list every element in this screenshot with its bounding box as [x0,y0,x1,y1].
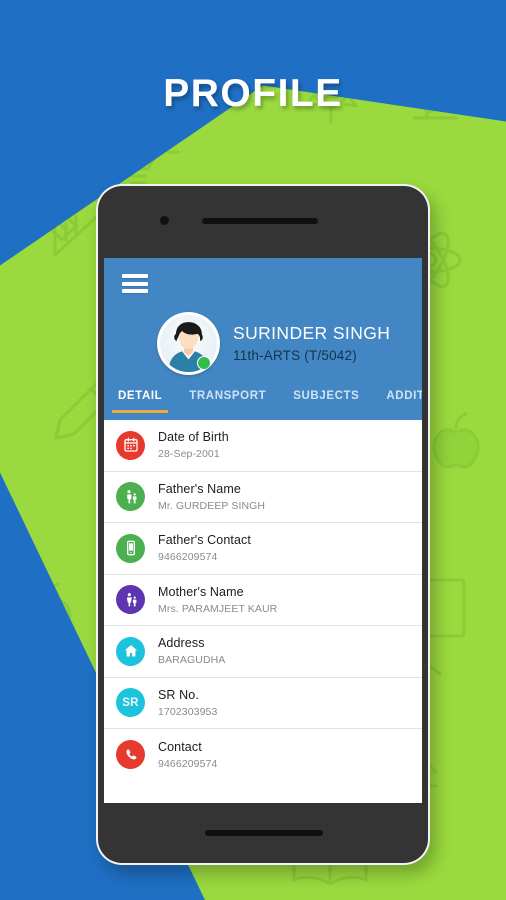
list-item-label: Address [158,636,205,651]
earpiece-speaker [202,218,318,224]
tab-subjects[interactable]: SUBJECTS [293,390,359,413]
list-item[interactable]: Father's Name Mr. GURDEEP SINGH [104,471,422,523]
hamburger-bar [122,281,148,286]
mother-icon [116,585,145,615]
profile-class-info: 11th-ARTS (T/5042) [233,348,357,364]
hamburger-menu-icon[interactable] [122,274,148,293]
phone-mockup: SURINDER SINGH 11th-ARTS (T/5042) DETAIL… [96,184,430,865]
phone-handset-icon [116,740,145,770]
app-screen: SURINDER SINGH 11th-ARTS (T/5042) DETAIL… [104,258,422,803]
list-item-value: 9466209574 [158,551,218,564]
tab-bar: DETAIL TRANSPORT SUBJECTS ADDITIONAL [104,382,422,420]
list-item-value: BARAGUDHA [158,654,226,667]
list-item-value: 9466209574 [158,757,218,770]
father-icon [116,482,145,512]
profile-text-block: SURINDER SINGH 11th-ARTS (T/5042) [233,322,391,364]
list-item[interactable]: SR SR No. 1702303953 [104,677,422,729]
sr-initials: SR [122,696,139,709]
list-item-label: Father's Name [158,481,241,496]
list-item-label: Contact [158,739,202,754]
list-item-text: Mother's Name Mrs. PARAMJEET KAUR [158,585,277,615]
poster-stage: PROFILE SURINDER SINGH 11th-ARTS (T/5042… [0,0,506,900]
tab-transport[interactable]: TRANSPORT [189,390,266,413]
list-item-value: 1702303953 [158,705,218,718]
front-camera-icon [160,216,169,225]
tab-additional[interactable]: ADDITIONAL [386,390,422,413]
list-item[interactable]: Mother's Name Mrs. PARAMJEET KAUR [104,574,422,626]
bottom-speaker-bar [205,830,323,836]
list-item-value: Mr. GURDEEP SINGH [158,499,266,512]
list-item[interactable]: Date of Birth 28-Sep-2001 [104,420,422,472]
home-icon [116,636,145,666]
list-item-value: Mrs. PARAMJEET KAUR [158,602,278,615]
hamburger-bar [122,289,148,293]
list-item-text: Date of Birth 28-Sep-2001 [158,430,229,460]
list-item-text: SR No. 1702303953 [158,688,217,718]
hamburger-bar [122,274,148,278]
calendar-icon [116,430,145,460]
phone-body: SURINDER SINGH 11th-ARTS (T/5042) DETAIL… [98,186,428,863]
app-header: SURINDER SINGH 11th-ARTS (T/5042) DETAIL… [104,258,422,420]
list-item-text: Father's Contact 9466209574 [158,533,251,563]
list-item-text: Address BARAGUDHA [158,636,225,666]
profile-name: SURINDER SINGH [233,322,391,343]
list-item-label: Date of Birth [158,430,229,445]
list-item-text: Father's Name Mr. GURDEEP SINGH [158,482,265,512]
sr-text-icon: SR [116,688,145,718]
list-item-label: Mother's Name [158,584,244,599]
phone-glyph [214,370,220,375]
online-badge-icon [197,356,220,375]
list-item[interactable]: Address BARAGUDHA [104,626,422,678]
tab-detail[interactable]: DETAIL [111,390,169,413]
list-item-value: 28-Sep-2001 [158,448,220,461]
mobile-phone-icon [116,533,145,563]
list-item-text: Contact 9466209574 [158,740,217,770]
list-item-label: Father's Contact [158,533,251,548]
detail-list: Date of Birth 28-Sep-2001 Father's Name … [104,420,422,781]
user-avatar-icon[interactable] [157,312,220,375]
page-title: PROFILE [163,72,343,115]
profile-summary: SURINDER SINGH 11th-ARTS (T/5042) [104,312,422,375]
list-item[interactable]: Father's Contact 9466209574 [104,523,422,575]
list-item[interactable]: Contact 9466209574 [104,729,422,781]
list-item-label: SR No. [158,687,199,702]
